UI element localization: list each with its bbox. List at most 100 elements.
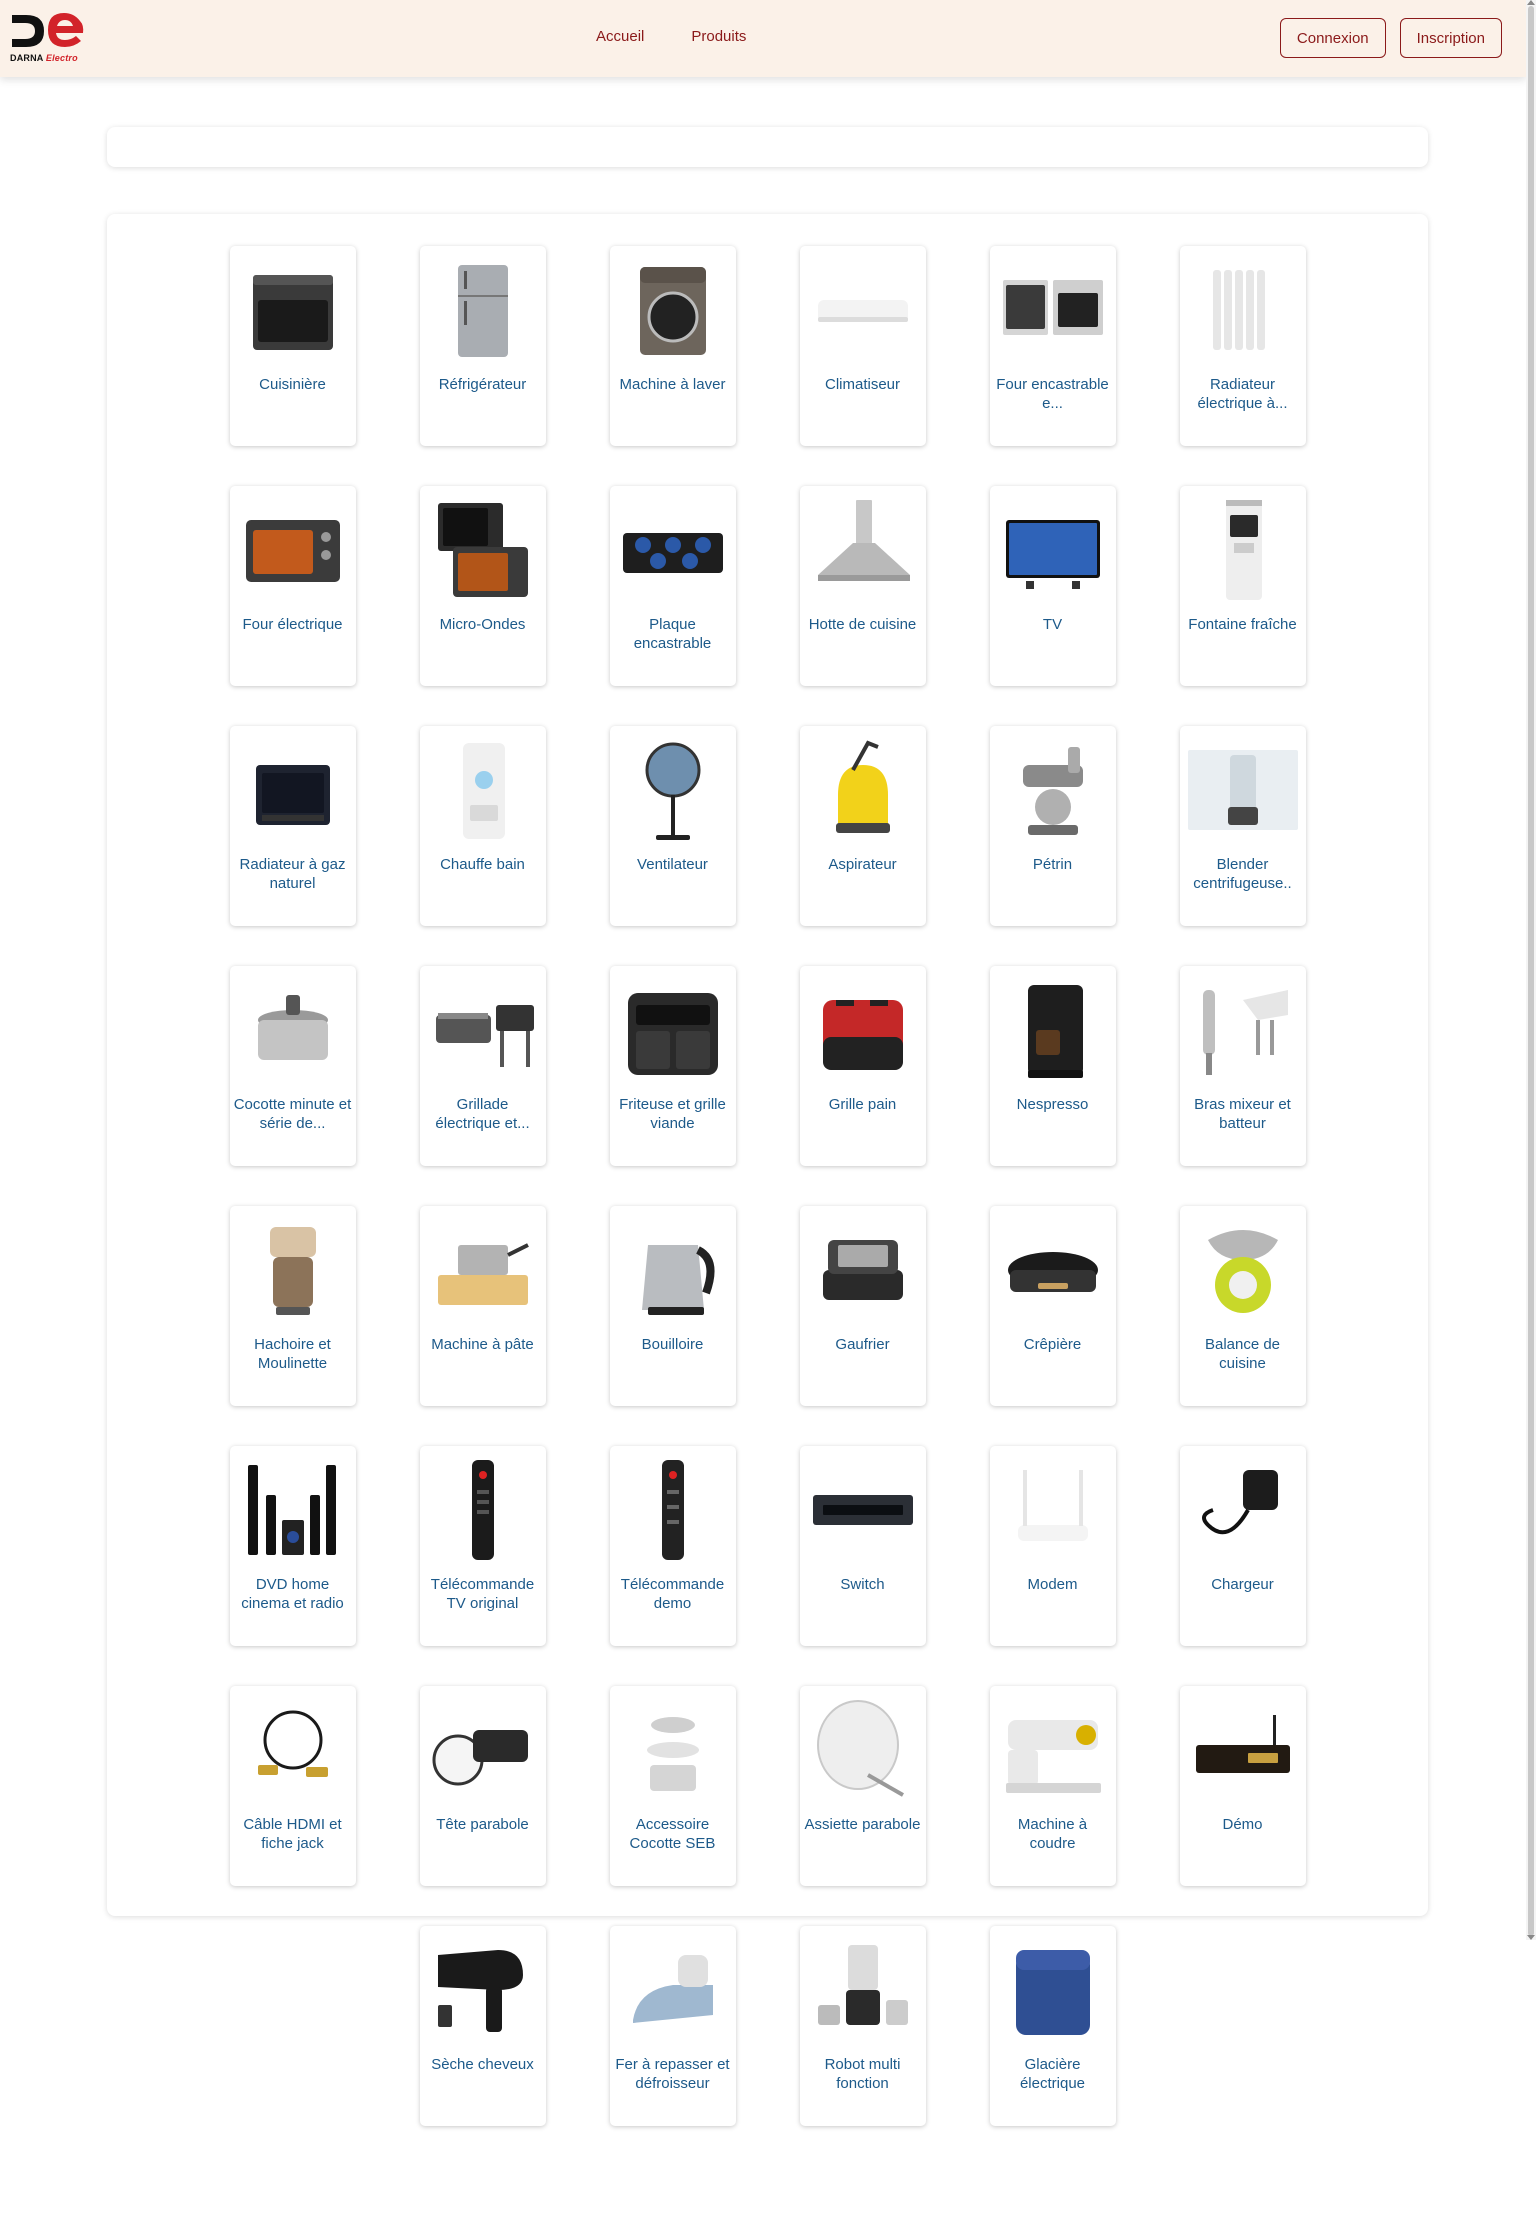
category-tile-electric-oven[interactable]: Four électrique (229, 486, 356, 686)
category-tile-home-cinema[interactable]: DVD home cinema et radio (229, 1446, 356, 1646)
category-image (804, 1211, 922, 1329)
brand-logo[interactable]: DARNA Electro (10, 9, 86, 65)
category-tile-kitchen-scale[interactable]: Balance de cuisine (1179, 1206, 1306, 1406)
scroll-down-arrow-icon[interactable] (1527, 1935, 1535, 1940)
category-tile-charger[interactable]: Chargeur (1179, 1446, 1306, 1646)
category-label: Démo (1222, 1816, 1263, 1833)
category-label: Switch (840, 1576, 885, 1593)
charger-icon (1201, 1470, 1278, 1535)
category-image (614, 971, 732, 1089)
category-tile-food-processor[interactable]: Robot multi fonction (799, 1926, 926, 2126)
category-label: Pétrin (1032, 856, 1073, 873)
signup-button[interactable]: Inscription (1399, 18, 1502, 58)
category-tile-built-in-oven[interactable]: Four encastrable e... (989, 246, 1116, 446)
receiver-icon (1195, 1715, 1290, 1773)
sewing-machine-icon (1005, 1720, 1101, 1793)
logo-mark-icon (12, 13, 84, 47)
nav-accueil[interactable]: Accueil (596, 28, 644, 45)
category-label: Fer à repasser et défroisseur (615, 2056, 730, 2092)
category-tile-hand-mixer[interactable]: Bras mixeur et batteur (1179, 966, 1306, 1166)
category-tile-tv[interactable]: TV (989, 486, 1116, 686)
main-nav: Accueil Produits (596, 28, 746, 45)
electric-radiator-icon (1212, 270, 1265, 350)
pasta-machine-icon (437, 1243, 529, 1305)
category-tile-crepe-maker[interactable]: Crêpière (989, 1206, 1116, 1406)
category-tile-iron[interactable]: Fer à repasser et défroisseur (609, 1926, 736, 2126)
category-image (1184, 971, 1302, 1089)
category-tile-gas-heater[interactable]: Radiateur à gaz naturel (229, 726, 356, 926)
category-tile-fridge[interactable]: Réfrigérateur (419, 246, 546, 446)
category-tile-remote-demo[interactable]: Télécommande demo (609, 1446, 736, 1646)
category-label: Télécommande TV original (430, 1576, 535, 1612)
category-tile-pasta-machine[interactable]: Machine à pâte (419, 1206, 546, 1406)
category-label: Machine à pâte (431, 1336, 534, 1353)
category-tile-hair-dryer[interactable]: Sèche cheveux (419, 1926, 546, 2126)
vacuum-icon (835, 740, 890, 833)
category-tile-network-switch[interactable]: Switch (799, 1446, 926, 1646)
water-dispenser-icon (1225, 500, 1262, 600)
category-tile-cable[interactable]: Câble HDMI et fiche jack (229, 1686, 356, 1886)
electric-grill-icon (435, 1005, 534, 1067)
category-tile-toaster[interactable]: Grille pain (799, 966, 926, 1166)
grinder-icon (269, 1227, 316, 1315)
category-label: Micro-Ondes (439, 616, 526, 633)
category-tile-microwave[interactable]: Micro-Ondes (419, 486, 546, 686)
scroll-thumb[interactable] (1528, 6, 1534, 1936)
nav-produits[interactable]: Produits (691, 28, 746, 45)
category-tile-fan[interactable]: Ventilateur (609, 726, 736, 926)
category-tile-cooker-accessory[interactable]: Accessoire Cocotte SEB (609, 1686, 736, 1886)
category-tile-electric-grill[interactable]: Grillade électrique et... (419, 966, 546, 1166)
category-tile-stand-mixer[interactable]: Pétrin (989, 726, 1116, 926)
category-image (234, 731, 352, 849)
category-image (1184, 251, 1302, 369)
category-tile-kettle[interactable]: Bouilloire (609, 1206, 736, 1406)
cable-icon (257, 1710, 328, 1777)
category-label: Bras mixeur et batteur (1194, 1096, 1291, 1132)
category-tile-vacuum[interactable]: Aspirateur (799, 726, 926, 926)
category-tile-blender[interactable]: Blender centrifugeuse.. (1179, 726, 1306, 926)
category-image (994, 1211, 1112, 1329)
category-tile-pressure-cooker[interactable]: Cocotte minute et série de... (229, 966, 356, 1166)
page-scrollbar[interactable] (1526, 0, 1536, 1940)
scroll-up-arrow-icon[interactable] (1527, 0, 1535, 5)
category-tile-coffee-machine[interactable]: Nespresso (989, 966, 1116, 1166)
category-label: DVD home cinema et radio (241, 1576, 344, 1612)
category-image (424, 731, 542, 849)
category-image (994, 491, 1112, 609)
category-label: Climatiseur (824, 376, 900, 393)
category-image (1184, 1451, 1302, 1569)
category-tile-gas-hob[interactable]: Plaque encastrable (609, 486, 736, 686)
category-tile-air-conditioner[interactable]: Climatiseur (799, 246, 926, 446)
category-tile-electric-radiator[interactable]: Radiateur électrique à... (1179, 246, 1306, 446)
category-label: Aspirateur (828, 856, 897, 873)
microwave-icon (437, 503, 528, 597)
category-tile-water-heater[interactable]: Chauffe bain (419, 726, 546, 926)
category-tile-stove[interactable]: Cuisinière (229, 246, 356, 446)
category-tile-sewing-machine[interactable]: Machine à coudre (989, 1686, 1116, 1886)
category-label: Glacière électrique (1019, 2056, 1086, 2092)
category-label: Hachoire et Moulinette (254, 1336, 331, 1372)
category-label: Télécommande demo (620, 1576, 725, 1612)
category-tile-modem[interactable]: Modem (989, 1446, 1116, 1646)
category-image (234, 491, 352, 609)
category-tile-lnb[interactable]: Tête parabole (419, 1686, 546, 1886)
category-label: Ventilateur (637, 856, 708, 873)
category-label: Tête parabole (436, 1816, 529, 1833)
category-label: Friteuse et grille viande (619, 1096, 726, 1132)
category-tile-remote[interactable]: Télécommande TV original (419, 1446, 546, 1646)
category-image (614, 251, 732, 369)
login-button[interactable]: Connexion (1279, 18, 1386, 58)
category-label: Grille pain (828, 1096, 897, 1113)
category-tile-receiver[interactable]: Démo (1179, 1686, 1306, 1886)
category-image (804, 731, 922, 849)
category-tile-water-dispenser[interactable]: Fontaine fraîche (1179, 486, 1306, 686)
category-tile-satellite-dish[interactable]: Assiette parabole (799, 1686, 926, 1886)
category-tile-grinder[interactable]: Hachoire et Moulinette (229, 1206, 356, 1406)
category-tile-waffle-maker[interactable]: Gaufrier (799, 1206, 926, 1406)
category-label: Hotte de cuisine (808, 616, 917, 633)
category-tile-range-hood[interactable]: Hotte de cuisine (799, 486, 926, 686)
category-tile-washing-machine[interactable]: Machine à laver (609, 246, 736, 446)
category-tile-cooler[interactable]: Glacière électrique (989, 1926, 1116, 2126)
empty-search-card (107, 127, 1428, 167)
category-tile-air-fryer[interactable]: Friteuse et grille viande (609, 966, 736, 1166)
